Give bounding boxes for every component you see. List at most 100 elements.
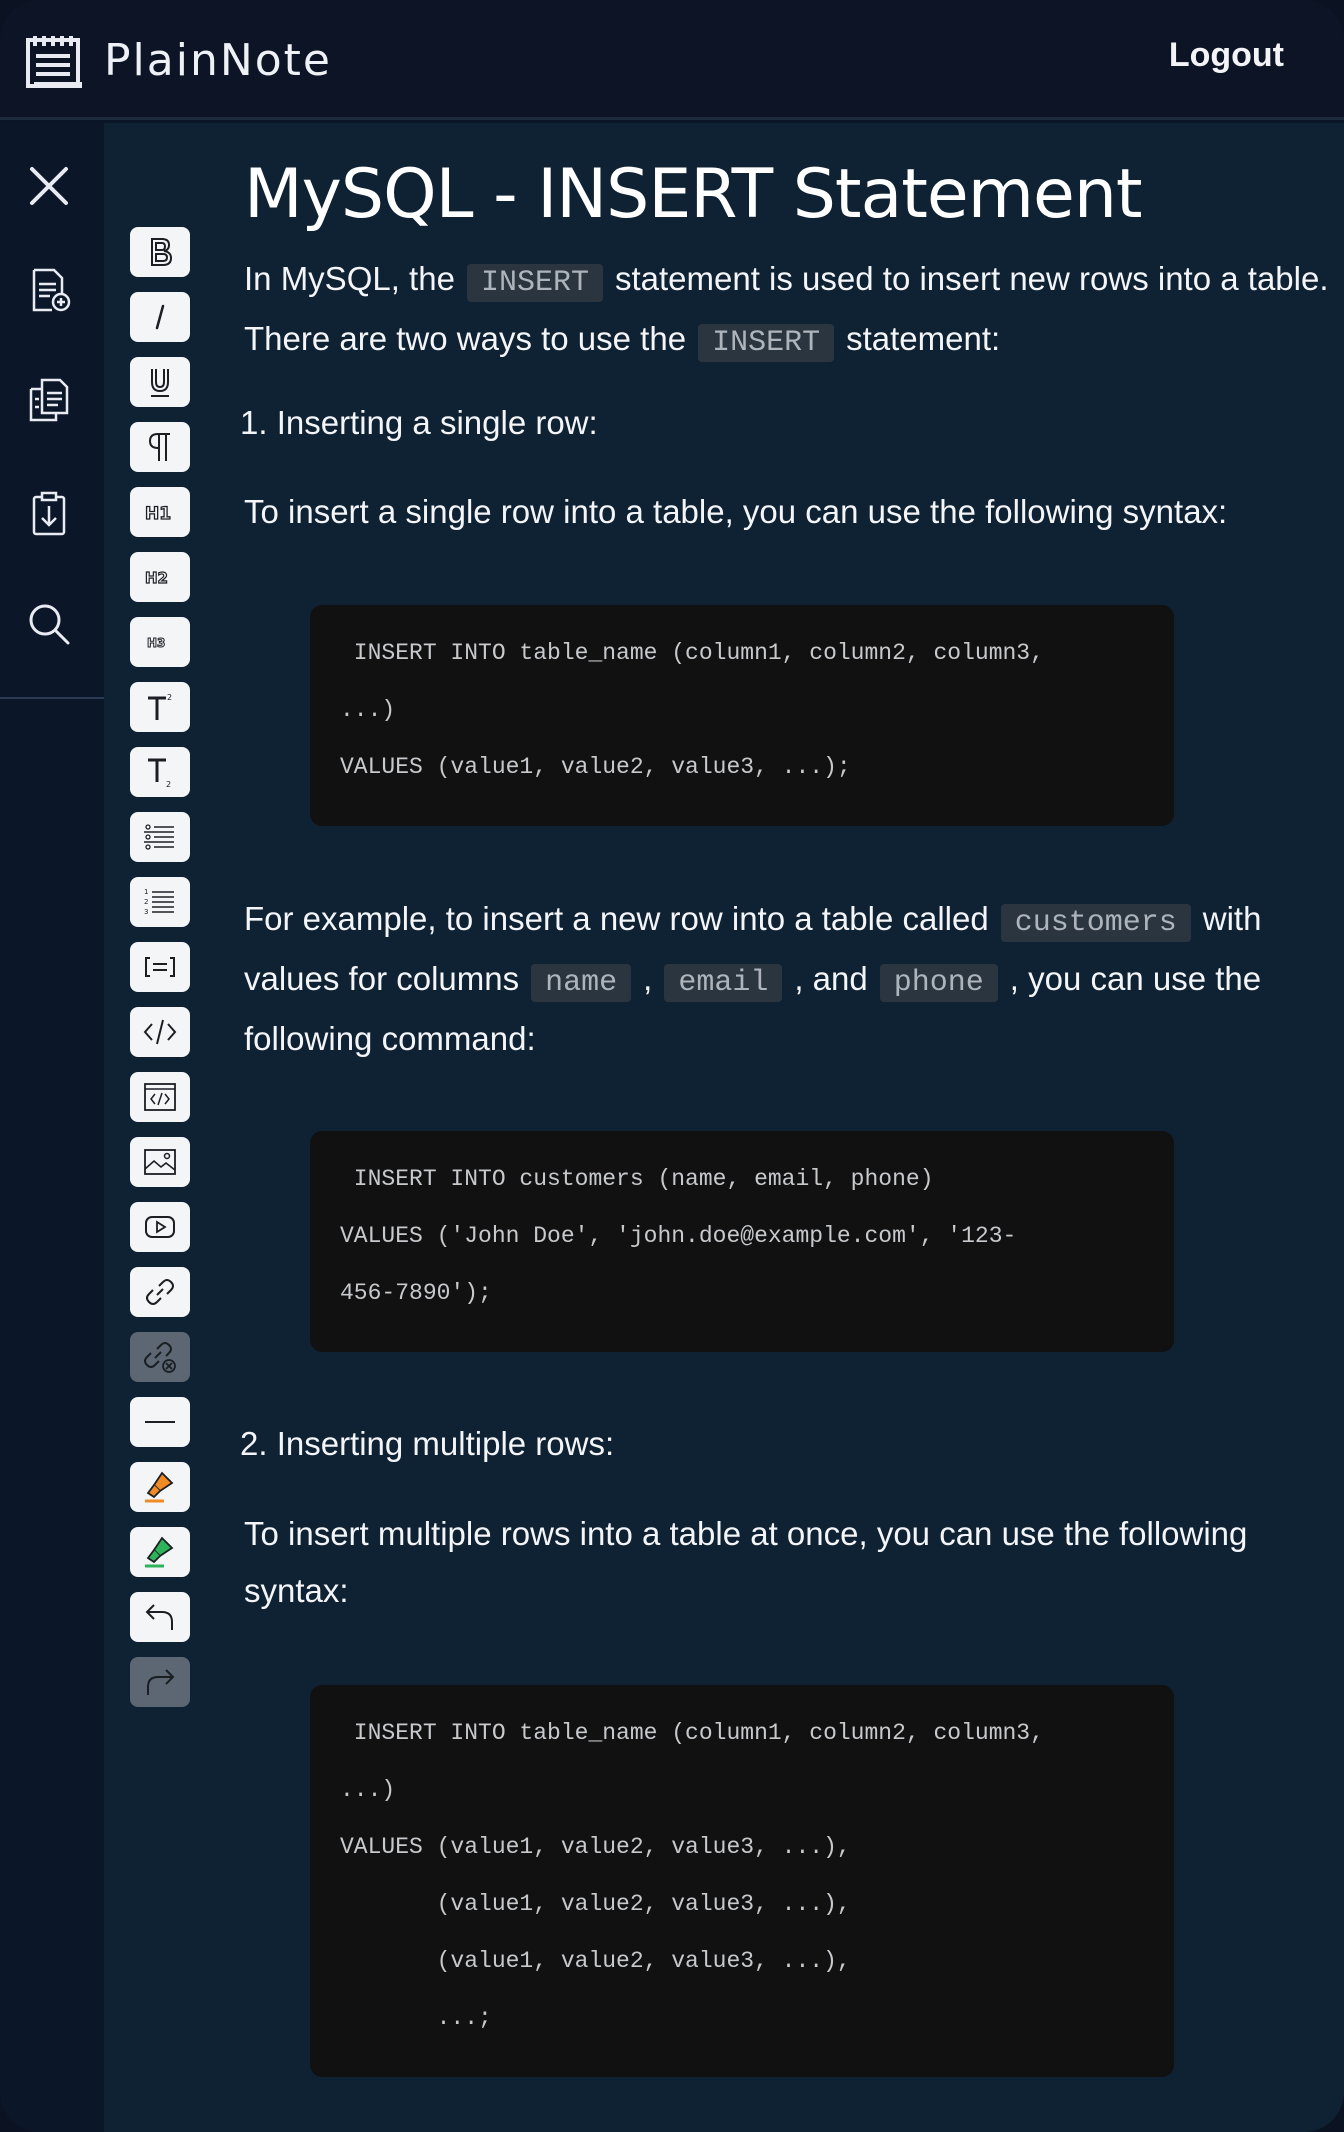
example-paragraph-line3: following command: <box>244 1020 536 1057</box>
code-line: ...; <box>340 2005 492 2031</box>
code-block-example: INSERT INTO customers (name, email, phon… <box>310 1131 1174 1352</box>
bold-button[interactable] <box>130 227 190 277</box>
undo-button[interactable] <box>130 1592 190 1642</box>
import-icon[interactable] <box>26 491 72 537</box>
highlight-green-button[interactable] <box>130 1527 190 1577</box>
code-line: ...) <box>340 697 396 723</box>
inline-code: INSERT <box>466 264 603 302</box>
heading2-icon: H2 <box>144 568 168 587</box>
close-icon[interactable] <box>26 163 72 209</box>
inline-code-icon <box>143 1019 177 1045</box>
inline-code: name <box>531 964 632 1002</box>
app-window: PlainNote Logout H1 H2 H3 2 2 1 2 3 MySQ… <box>0 0 1344 2132</box>
code-block-button[interactable] <box>130 1072 190 1122</box>
redo-icon <box>147 1669 175 1695</box>
code-line: INSERT INTO customers (name, email, phon… <box>340 1166 934 1192</box>
underline-button[interactable] <box>130 357 190 407</box>
link-icon <box>146 1279 174 1305</box>
unlink-button[interactable] <box>130 1332 190 1382</box>
italic-button[interactable] <box>130 292 190 342</box>
svg-text:H1: H1 <box>145 504 171 524</box>
example-text: values for columns <box>244 960 520 997</box>
svg-text:2: 2 <box>166 780 171 789</box>
code-line: INSERT INTO table_name (column1, column2… <box>340 1720 1044 1746</box>
example-paragraph-line2: values for columns name, email , and phone , … <box>244 949 1261 1013</box>
section2-heading: 2. Inserting multiple rows: <box>240 1425 615 1462</box>
superscript-icon: 2 <box>148 693 172 720</box>
highlight-orange-icon <box>145 1471 174 1503</box>
inline-code-button[interactable] <box>130 1007 190 1057</box>
intro-text: There are two ways to use the <box>244 320 687 357</box>
code-line: ...) <box>340 1777 396 1803</box>
section2-text-line2: syntax: <box>244 1572 349 1609</box>
heading1-icon: H1 <box>144 503 171 524</box>
subscript-icon: 2 <box>148 758 171 789</box>
brand[interactable]: PlainNote <box>24 28 332 92</box>
example-paragraph-line1: For example, to insert a new row into a … <box>244 889 1261 953</box>
video-button[interactable] <box>130 1202 190 1252</box>
section2-text-line1: To insert multiple rows into a table at … <box>244 1515 1248 1552</box>
code-line: INSERT INTO table_name (column1, column2… <box>340 640 1044 666</box>
search-icon[interactable] <box>26 601 72 647</box>
code-line: VALUES ('John Doe', 'john.doe@example.co… <box>340 1223 1017 1249</box>
svg-text:H2: H2 <box>145 569 168 587</box>
code-line: (value1, value2, value3, ...), <box>340 1891 851 1917</box>
svg-text:1: 1 <box>144 888 148 896</box>
paragraph-button[interactable] <box>130 422 190 472</box>
highlight-orange-button[interactable] <box>130 1462 190 1512</box>
bullet-list-icon <box>144 824 174 850</box>
bullet-list-button[interactable] <box>130 812 190 862</box>
svg-text:H3: H3 <box>147 636 165 650</box>
intro-text: statement: <box>846 320 1001 357</box>
inline-code: INSERT <box>698 324 835 362</box>
redo-button[interactable] <box>130 1657 190 1707</box>
numbered-list-icon: 1 2 3 <box>144 888 174 916</box>
notepad-logo-icon <box>26 36 82 88</box>
code-block-multiple-rows: INSERT INTO table_name (column1, column2… <box>310 1685 1174 2077</box>
logout-button[interactable]: Logout <box>1169 36 1284 75</box>
horizontal-rule-button[interactable] <box>130 1397 190 1447</box>
code-block-single-row: INSERT INTO table_name (column1, column2… <box>310 605 1174 826</box>
highlight-green-icon <box>145 1536 174 1568</box>
svg-text:3: 3 <box>144 908 148 916</box>
subscript-button[interactable]: 2 <box>130 747 190 797</box>
app-name: PlainNote <box>104 34 332 86</box>
superscript-button[interactable]: 2 <box>130 682 190 732</box>
code-line: VALUES (value1, value2, value3, ...), <box>340 1834 851 1860</box>
inline-code: customers <box>1000 904 1191 942</box>
underline-icon <box>151 369 169 397</box>
bold-icon <box>151 238 173 266</box>
example-text: with <box>1202 900 1262 937</box>
code-line: (value1, value2, value3, ...), <box>340 1948 851 1974</box>
image-icon <box>144 1149 176 1175</box>
heading1-button[interactable]: H1 <box>130 487 190 537</box>
heading3-icon: H3 <box>147 636 166 651</box>
intro-paragraph-line1: In MySQL, the INSERT statement is used to … <box>244 249 1329 313</box>
image-button[interactable] <box>130 1137 190 1187</box>
top-bar: PlainNote Logout <box>0 0 1344 120</box>
link-button[interactable] <box>130 1267 190 1317</box>
left-nav <box>0 123 104 2132</box>
nav-divider <box>0 697 104 699</box>
horizontal-rule-icon <box>145 1421 175 1423</box>
numbered-list-button[interactable]: 1 2 3 <box>130 877 190 927</box>
unlink-icon <box>144 1342 176 1373</box>
notes-list-icon[interactable] <box>26 377 72 423</box>
code-line: 456-7890'); <box>340 1280 492 1306</box>
intro-text: statement is used to insert new rows int… <box>614 260 1329 297</box>
inline-code: email <box>664 964 783 1002</box>
example-text: , you can use the <box>1009 960 1262 997</box>
blockquote-icon <box>145 957 175 977</box>
heading2-button[interactable]: H2 <box>130 552 190 602</box>
document-title: MySQL - INSERT Statement <box>244 155 1143 234</box>
section1-heading: 1. Inserting a single row: <box>240 404 598 441</box>
svg-text:2: 2 <box>144 898 148 906</box>
intro-paragraph-line2: There are two ways to use the INSERT state… <box>244 309 1000 373</box>
editor-area: H1 H2 H3 2 2 1 2 3 MySQL - INSERT Statemen… <box>104 123 1344 2132</box>
example-text: , and <box>794 960 868 997</box>
section1-text: To insert a single row into a table, you… <box>244 493 1228 530</box>
blockquote-button[interactable] <box>130 942 190 992</box>
heading3-button[interactable]: H3 <box>130 617 190 667</box>
new-note-icon[interactable] <box>26 267 72 313</box>
paragraph-icon <box>148 433 170 461</box>
